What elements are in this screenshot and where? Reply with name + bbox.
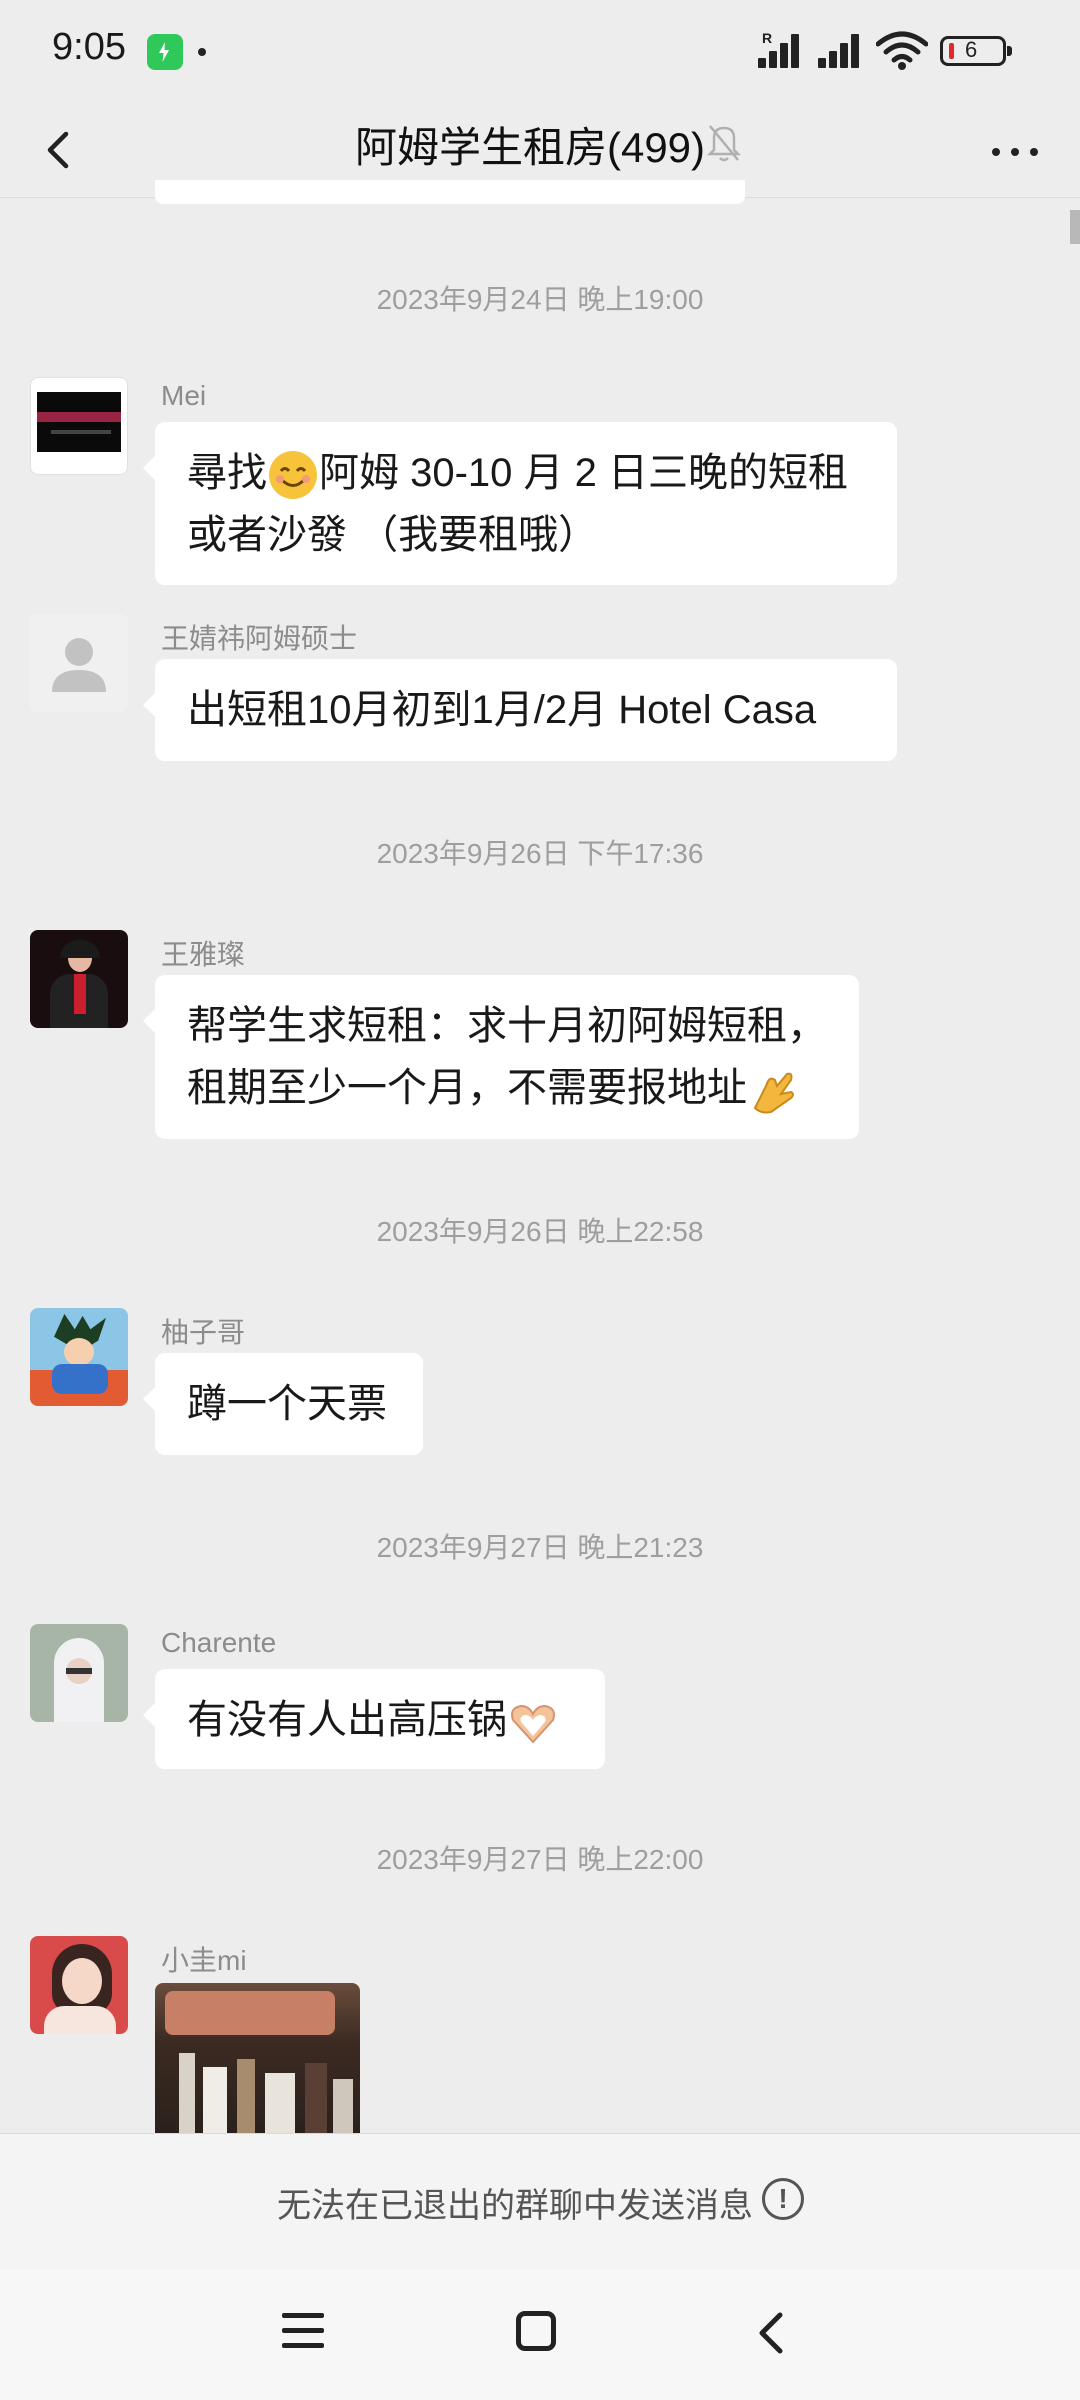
sender-name: 小圭mi [161, 1945, 247, 1976]
avatar[interactable] [30, 1308, 128, 1406]
scrollbar-thumb[interactable] [1070, 210, 1080, 244]
image-message[interactable] [155, 1983, 360, 2133]
avatar[interactable] [30, 930, 128, 1028]
timestamp: 2023年9月24日 晚上19:00 [376, 284, 704, 315]
mute-bell-icon [706, 125, 742, 162]
notice-text: 无法在已退出的群聊中发送消息 [277, 2187, 753, 2225]
heart-hands-icon [511, 1705, 555, 1744]
signal-icon-2 [818, 32, 870, 68]
timestamp: 2023年9月26日 晚上22:58 [376, 1216, 704, 1247]
message-text-continued: 阿姆 30-10 月 2 日三晚的短租 [319, 451, 849, 495]
back-icon[interactable] [752, 2309, 792, 2357]
timestamp: 2023年9月27日 晚上22:00 [376, 1844, 704, 1875]
previous-message-bubble [155, 180, 745, 204]
home-icon[interactable] [516, 2311, 556, 2351]
avatar[interactable] [30, 377, 128, 475]
status-bar: 9:05 R 6 [0, 0, 1080, 100]
chat-title: 阿姆学生租房(499) [354, 124, 706, 171]
message-bubble[interactable]: 蹲一个天票 [143, 1353, 423, 1455]
message-text-line2: 或者沙發 （我要租哦） [187, 513, 599, 557]
app-notification-icon [147, 34, 183, 70]
message-bubble[interactable]: 尋找 阿姆 30-10 月 2 日三晚的短租 或者沙發 （我要租哦） [143, 422, 897, 585]
battery-level: 6 [965, 37, 978, 62]
message-bubble[interactable]: 帮学生求短租：求十月初阿姆短租， 租期至少一个月，不需要报地址 [143, 975, 859, 1139]
info-icon[interactable]: ! [762, 2178, 804, 2220]
input-disabled-notice: 无法在已退出的群聊中发送消息 ! [0, 2133, 1080, 2269]
notification-dot-icon [198, 48, 206, 56]
avatar[interactable] [30, 614, 128, 712]
sender-name: 王雅璨 [161, 939, 246, 970]
signal-icon [758, 32, 810, 68]
system-navigation-bar [0, 2269, 1080, 2400]
timestamp: 2023年9月27日 晚上21:23 [376, 1532, 704, 1563]
status-time: 9:05 [52, 26, 126, 68]
message-bubble[interactable]: 有没有人出高压锅 [143, 1669, 605, 1769]
message-text: 蹲一个天票 [187, 1382, 387, 1426]
message-text: 尋找 [187, 451, 267, 495]
message-text: 帮学生求短租：求十月初阿姆短租， [187, 1004, 827, 1048]
smiling-face-icon [269, 451, 317, 500]
sender-name: Mei [161, 380, 207, 411]
message-text-line2: 租期至少一个月，不需要报地址 [187, 1066, 747, 1110]
ok-hand-icon [753, 1073, 794, 1114]
sender-name: 王婧祎阿姆硕士 [161, 623, 358, 654]
message-text: 出短租10月初到1月/2月 Hotel Casa [187, 688, 817, 732]
timestamp: 2023年9月26日 下午17:36 [376, 838, 704, 869]
sender-name: 柚子哥 [161, 1317, 246, 1348]
message-bubble[interactable]: 出短租10月初到1月/2月 Hotel Casa [143, 659, 897, 761]
wifi-icon [876, 31, 928, 70]
sender-name: Charente [161, 1627, 277, 1658]
avatar[interactable] [30, 1624, 128, 1722]
avatar[interactable] [30, 1936, 128, 2034]
more-button[interactable] [980, 120, 1050, 180]
battery-icon: 6 [940, 36, 1012, 66]
message-text: 有没有人出高压锅 [187, 1698, 507, 1742]
default-user-icon [52, 638, 106, 692]
menu-icon[interactable] [282, 2313, 324, 2349]
